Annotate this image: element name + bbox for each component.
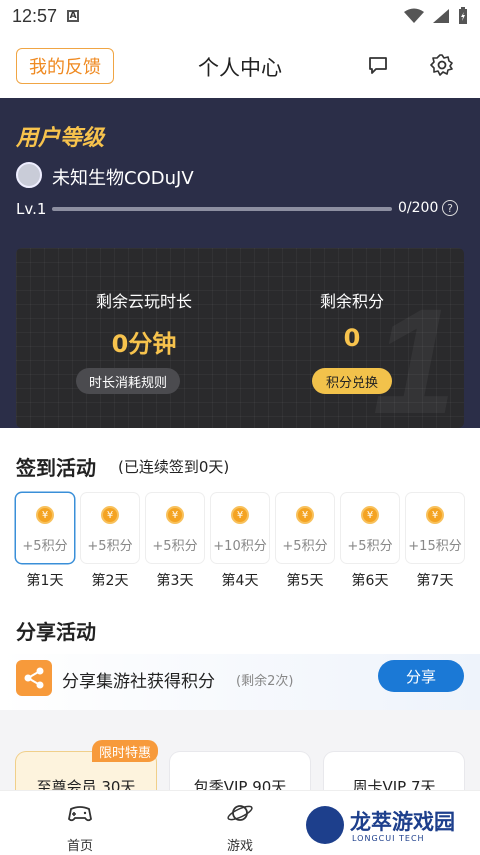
level-progress-value: 0/200 <box>398 200 439 216</box>
checkin-day-5[interactable]: ¥ +5积分 <box>276 493 334 563</box>
coin-icon: ¥ <box>426 506 444 524</box>
vip-card-week[interactable]: 周卡VIP 7天 <box>324 752 464 790</box>
gamepad-icon <box>68 806 92 822</box>
checkin-day-label: 第4天 <box>221 573 259 589</box>
battery-icon <box>459 7 467 24</box>
signal-icon <box>433 9 449 23</box>
checkin-day-label: 第7天 <box>416 573 454 589</box>
checkin-subtitle: (已连续签到0天) <box>118 458 230 476</box>
status-time: 12:57 <box>12 5 58 26</box>
level-label: Lv.1 <box>16 200 47 218</box>
watermark-logo: 龙萃游戏园 LONGCUI TECH <box>306 800 476 852</box>
checkin-points: +5积分 <box>87 539 133 554</box>
vip-card-name: 周卡VIP 7天 <box>352 778 436 790</box>
level-progress-bar <box>52 207 392 211</box>
checkin-day-1[interactable]: ¥ +5积分 <box>16 493 74 563</box>
share-row: 分享集游社获得积分 (剩余2次) 分享 <box>0 654 480 710</box>
points-label: 剩余积分 <box>319 292 384 311</box>
checkin-day-label: 第1天 <box>26 573 64 589</box>
chat-icon[interactable] <box>366 53 390 77</box>
checkin-title: 签到活动 <box>16 456 96 480</box>
time-rule-button[interactable]: 时长消耗规则 <box>76 368 180 394</box>
checkin-day-label: 第3天 <box>156 573 194 589</box>
checkin-day-label: 第2天 <box>91 573 129 589</box>
vip-card-name: 至尊会员 30天 <box>36 778 136 790</box>
share-button[interactable]: 分享 <box>378 660 464 692</box>
activities-section: 签到活动 (已连续签到0天) ¥ +5积分第1天 ¥ +5积分第2天 ¥ +5积分第3天 ¥… <box>0 428 480 710</box>
level-title: 用户等级 <box>16 126 105 151</box>
wifi-icon <box>404 8 424 23</box>
app-header: 我的反馈 个人中心 <box>0 32 480 98</box>
share-text: 分享集游社获得积分 <box>62 672 215 692</box>
coin-icon: ¥ <box>36 506 54 524</box>
limited-offer-badge: 限时特惠 <box>92 740 158 762</box>
checkin-points: +5积分 <box>22 539 68 554</box>
share-title: 分享活动 <box>16 620 96 644</box>
watermark-emblem <box>306 806 344 844</box>
status-bar: 12:57 A <box>0 0 480 32</box>
notification-icon: A <box>67 10 80 22</box>
cloud-time-label: 剩余云玩时长 <box>95 292 192 311</box>
watermark-title: 龙萃游戏园 <box>350 810 455 834</box>
checkin-points: +15积分 <box>408 539 462 554</box>
avatar[interactable] <box>16 162 42 188</box>
share-icon <box>16 660 52 696</box>
watermark-subtitle: LONGCUI TECH <box>352 834 425 843</box>
balance-card: 1 剩余云玩时长 0分钟 时长消耗规则 剩余积分 0 积分兑换 <box>16 248 464 428</box>
checkin-points: +10积分 <box>213 539 267 554</box>
planet-icon <box>227 805 253 821</box>
vip-card-name: 包季VIP 90天 <box>193 778 287 790</box>
vip-card-season[interactable]: 包季VIP 90天 <box>170 752 310 790</box>
vip-area: 至尊会员 30天 包季VIP 90天 周卡VIP 7天 限时特惠 <box>0 710 480 790</box>
checkin-day-7[interactable]: ¥ +15积分 <box>406 493 464 563</box>
status-icons <box>404 7 468 25</box>
checkin-points: +5积分 <box>282 539 328 554</box>
coin-icon: ¥ <box>101 506 119 524</box>
checkin-day-2[interactable]: ¥ +5积分 <box>81 493 139 563</box>
coin-icon: ¥ <box>231 506 249 524</box>
username: 未知生物CODuJV <box>52 168 194 189</box>
gear-icon[interactable] <box>430 53 454 77</box>
points-exchange-button[interactable]: 积分兑换 <box>312 368 392 394</box>
nav-games-label: 游戏 <box>226 839 253 854</box>
checkin-points: +5积分 <box>347 539 393 554</box>
cloud-time-value: 0分钟 <box>111 330 177 358</box>
checkin-day-label: 第5天 <box>286 573 324 589</box>
help-icon[interactable]: ? <box>442 200 458 216</box>
points-value: 0 <box>343 324 361 352</box>
coin-icon: ¥ <box>166 506 184 524</box>
checkin-day-label: 第6天 <box>351 573 389 589</box>
coin-icon: ¥ <box>361 506 379 524</box>
checkin-points: +5积分 <box>152 539 198 554</box>
checkin-day-6[interactable]: ¥ +5积分 <box>341 493 399 563</box>
page-title: 个人中心 <box>198 56 282 80</box>
coin-icon: ¥ <box>296 506 314 524</box>
share-remaining: (剩余2次) <box>236 674 294 689</box>
nav-home-label: 首页 <box>66 839 93 854</box>
checkin-day-4[interactable]: ¥ +10积分 <box>211 493 269 563</box>
checkin-day-3[interactable]: ¥ +5积分 <box>146 493 204 563</box>
